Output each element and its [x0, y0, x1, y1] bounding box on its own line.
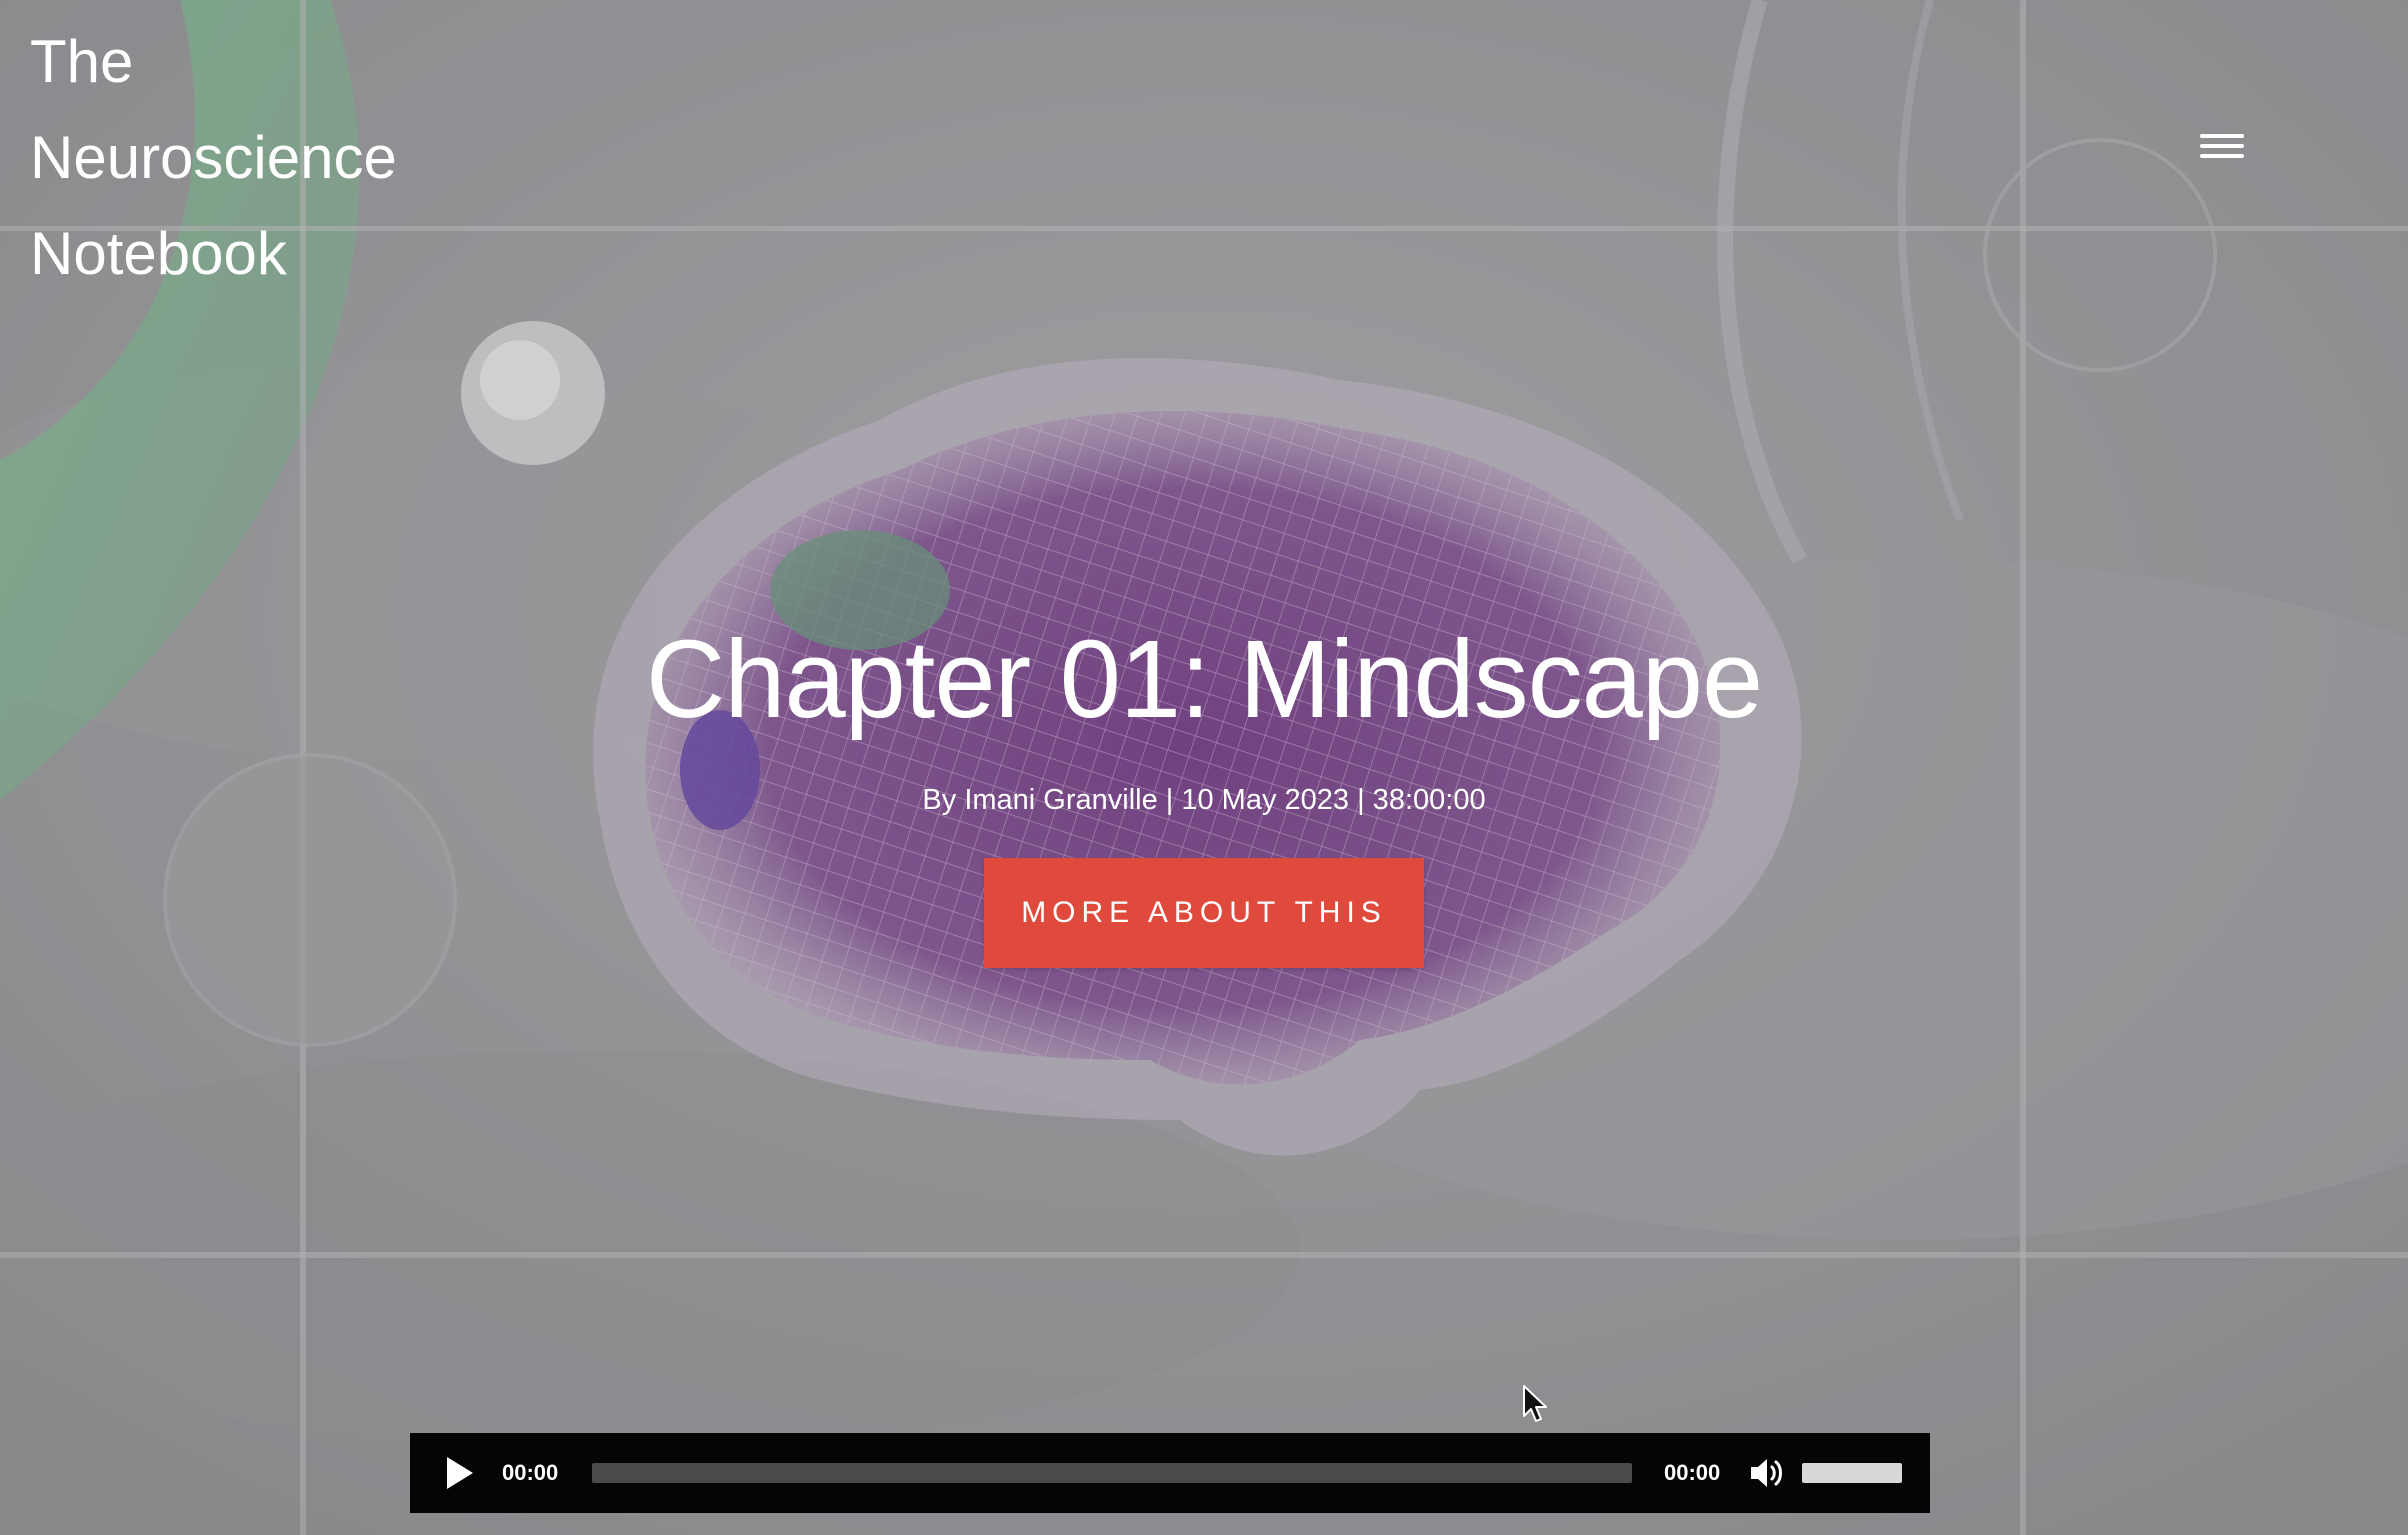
menu-button[interactable] — [2196, 128, 2248, 172]
episode-meta: By Imani Granville | 10 May 2023 | 38:00… — [922, 784, 1486, 816]
page: The Neuroscience Notebook Chapter 01: Mi… — [0, 0, 2408, 1535]
episode-title: Chapter 01: Mindscape — [645, 618, 1763, 741]
audio-player: 00:00 00:00 — [410, 1433, 1930, 1513]
current-time: 00:00 — [502, 1460, 559, 1485]
volume-slider[interactable] — [1802, 1463, 1902, 1483]
play-icon — [447, 1457, 473, 1489]
site-title[interactable]: The Neuroscience Notebook — [30, 14, 510, 302]
hero-section: Chapter 01: Mindscape By Imani Granville… — [0, 610, 2408, 968]
total-time: 00:00 — [1664, 1460, 1721, 1485]
play-button[interactable] — [438, 1451, 482, 1495]
mute-button[interactable] — [1748, 1453, 1788, 1493]
speaker-icon — [1751, 1459, 1782, 1487]
mouse-cursor-icon — [1523, 1385, 1547, 1422]
progress-bar[interactable] — [592, 1463, 1632, 1483]
hamburger-menu-icon — [2196, 134, 2248, 158]
more-about-this-button[interactable]: MORE ABOUT THIS — [984, 858, 1424, 968]
